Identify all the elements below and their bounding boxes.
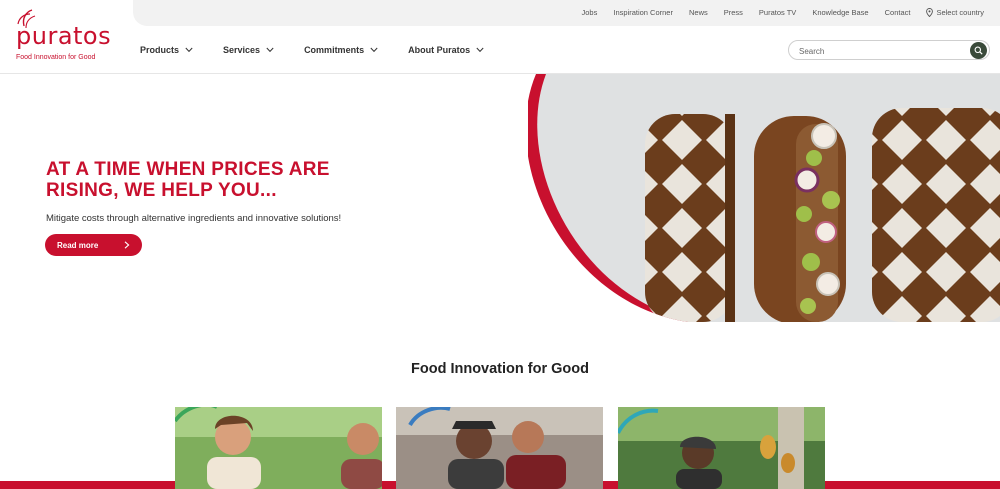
nav-item-label: Commitments xyxy=(304,45,365,55)
nav-item-products[interactable]: Products xyxy=(140,45,193,55)
nav-item-services[interactable]: Services xyxy=(223,45,274,55)
nav-item-label: Services xyxy=(223,45,261,55)
search-box xyxy=(788,40,990,61)
nav-item-commitments[interactable]: Commitments xyxy=(304,45,378,55)
card-image-cocoa-farmer xyxy=(618,407,825,489)
logo-wordmark: puratos xyxy=(16,22,112,50)
utility-link-puratos-tv[interactable]: Puratos TV xyxy=(759,8,796,17)
utility-links: Jobs Inspiration Corner News Press Purat… xyxy=(582,8,984,17)
chevron-right-icon xyxy=(124,241,130,249)
nav-item-label: About Puratos xyxy=(408,45,471,55)
logo-tagline: Food Innovation for Good xyxy=(16,54,96,61)
hero-title: AT A TIME WHEN PRICES ARE RISING, WE HEL… xyxy=(46,159,330,201)
chevron-down-icon xyxy=(185,47,193,53)
search-button[interactable] xyxy=(970,42,987,59)
utility-link-press[interactable]: Press xyxy=(724,8,743,17)
card-image-people-outdoors xyxy=(175,407,382,489)
hero-bread-image xyxy=(528,74,1000,322)
hero-subtitle: Mitigate costs through alternative ingre… xyxy=(46,213,342,224)
utility-link-news[interactable]: News xyxy=(689,8,708,17)
utility-link-knowledge-base[interactable]: Knowledge Base xyxy=(812,8,868,17)
utility-link-jobs[interactable]: Jobs xyxy=(582,8,598,17)
utility-link-inspiration-corner[interactable]: Inspiration Corner xyxy=(613,8,673,17)
page: Jobs Inspiration Corner News Press Purat… xyxy=(0,0,1000,489)
read-more-button[interactable]: Read more xyxy=(45,234,142,256)
chevron-down-icon xyxy=(266,47,274,53)
select-country-label: Select country xyxy=(936,8,984,17)
nav-item-label: Products xyxy=(140,45,180,55)
story-card-1[interactable] xyxy=(175,407,382,489)
chevron-down-icon xyxy=(476,47,484,53)
main-navigation: Products Services Commitments About Pura… xyxy=(140,45,514,55)
utility-bar: Jobs Inspiration Corner News Press Purat… xyxy=(133,0,1000,26)
map-pin-icon xyxy=(926,8,934,17)
search-icon xyxy=(974,46,983,55)
section-title: Food Innovation for Good xyxy=(411,361,589,377)
nav-item-about-puratos[interactable]: About Puratos xyxy=(408,45,484,55)
select-country-link[interactable]: Select country xyxy=(926,8,984,17)
story-card-2[interactable] xyxy=(396,407,603,489)
utility-link-contact[interactable]: Contact xyxy=(885,8,911,17)
read-more-label: Read more xyxy=(57,240,99,250)
chevron-down-icon xyxy=(370,47,378,53)
card-image-friends-laughing xyxy=(396,407,603,489)
search-input[interactable] xyxy=(789,42,959,61)
puratos-logo[interactable]: puratos Food Innovation for Good xyxy=(10,8,112,64)
story-card-3[interactable] xyxy=(618,407,825,489)
